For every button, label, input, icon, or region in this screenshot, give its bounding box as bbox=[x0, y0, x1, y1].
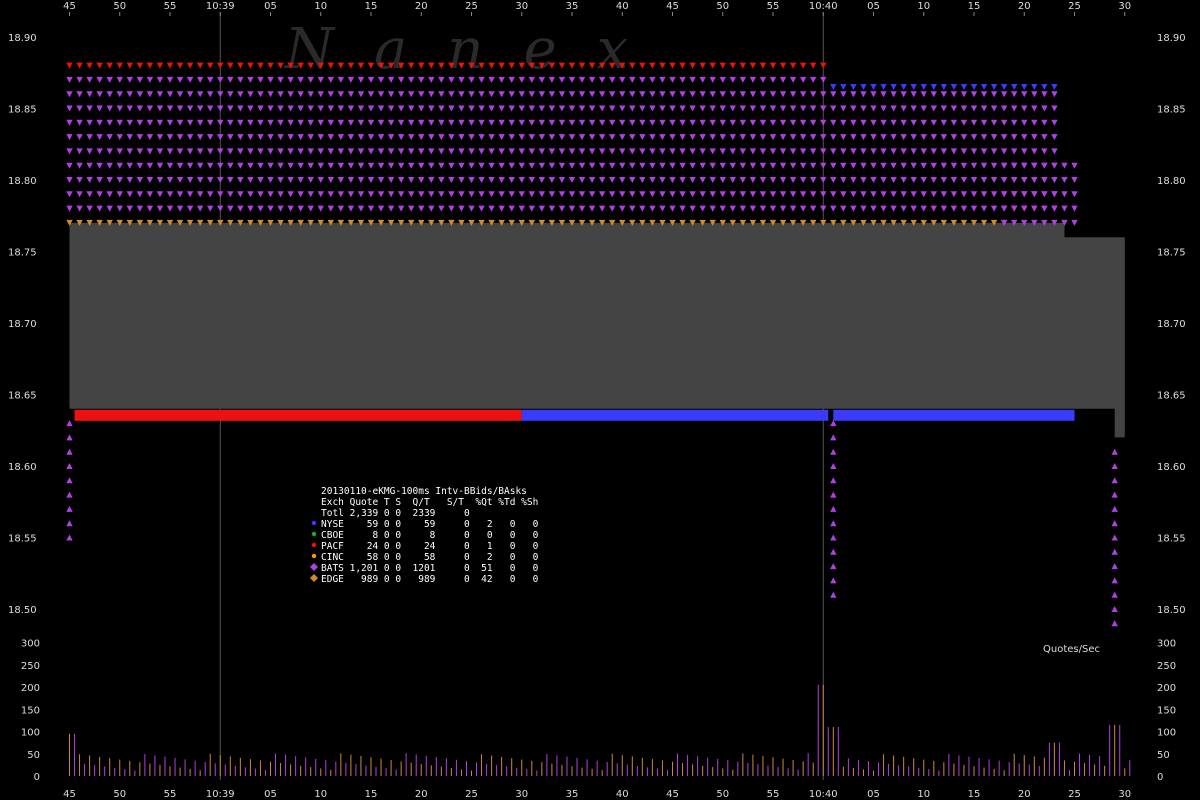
price-tick-label-right: 18.80 bbox=[1157, 176, 1186, 187]
rate-tick-label-left: 250 bbox=[21, 661, 40, 672]
legend-marker bbox=[311, 542, 317, 548]
time-tick-label-bottom: 50 bbox=[716, 789, 729, 800]
price-tick-label-left: 18.60 bbox=[8, 462, 37, 473]
time-tick-label-bottom: 35 bbox=[566, 789, 579, 800]
time-tick-label-top: 25 bbox=[1068, 1, 1081, 12]
time-tick-label-top: 10 bbox=[917, 1, 930, 12]
nbbo-spread-area bbox=[69, 222, 1125, 438]
legend-row: EDGE 989 0 0 989 0 42 0 0 bbox=[321, 574, 539, 585]
legend-row: NYSE 59 0 0 59 0 2 0 0 bbox=[321, 519, 539, 530]
time-tick-label-top: 50 bbox=[113, 1, 126, 12]
rate-tick-label-left: 0 bbox=[34, 772, 40, 783]
time-tick-label-bottom: 10 bbox=[314, 789, 327, 800]
time-tick-label-bottom: 25 bbox=[465, 789, 478, 800]
time-tick-label-top: 10 bbox=[314, 1, 327, 12]
time-tick-label-top: 30 bbox=[1118, 1, 1131, 12]
price-tick-label-right: 18.75 bbox=[1157, 248, 1186, 259]
time-tick-label-bottom: 05 bbox=[867, 789, 880, 800]
price-tick-label-left: 18.75 bbox=[8, 248, 37, 259]
best-bid-bar bbox=[74, 409, 1075, 421]
time-tick-label-bottom: 20 bbox=[415, 789, 428, 800]
time-tick-label-bottom: 15 bbox=[968, 789, 981, 800]
bid-bar-segment bbox=[833, 409, 1075, 421]
time-tick-label-top: 05 bbox=[264, 1, 277, 12]
time-tick-label-top: 10:40 bbox=[809, 1, 838, 12]
time-tick-label-bottom: 55 bbox=[164, 789, 177, 800]
rate-tick-label-right: 50 bbox=[1157, 750, 1170, 761]
time-tick-label-top: 40 bbox=[616, 1, 629, 12]
rate-tick-label-left: 100 bbox=[21, 728, 40, 739]
legend-row: BATS 1,201 0 0 1201 0 51 0 0 bbox=[321, 563, 539, 574]
time-tick-label-bottom: 10 bbox=[917, 789, 930, 800]
time-tick-label-bottom: 15 bbox=[365, 789, 378, 800]
rate-axis-label: Quotes/Sec bbox=[1043, 644, 1100, 655]
legend-marker bbox=[311, 531, 317, 537]
watermark-logo: Nanex bbox=[283, 17, 668, 82]
time-tick-label-top: 55 bbox=[164, 1, 177, 12]
legend-header: Exch Quote T S Q/T S/T %Qt %Td %Sh bbox=[321, 497, 538, 508]
time-tick-label-top: 45 bbox=[63, 1, 76, 12]
price-tick-label-right: 18.60 bbox=[1157, 462, 1186, 473]
rate-tick-label-left: 300 bbox=[21, 639, 40, 650]
bid-bar-segment bbox=[521, 409, 829, 421]
price-tick-label-right: 18.90 bbox=[1157, 33, 1186, 44]
price-tick-label-left: 18.85 bbox=[8, 105, 37, 116]
time-tick-label-bottom: 20 bbox=[1018, 789, 1031, 800]
time-tick-label-top: 10:39 bbox=[206, 1, 235, 12]
time-tick-label-top: 05 bbox=[867, 1, 880, 12]
time-tick-label-top: 35 bbox=[566, 1, 579, 12]
price-quote-chart: Nanex 45 45 50 50 55 55 10:39 10:39 05 05 10 10 15 15… bbox=[0, 0, 1200, 800]
rate-tick-label-right: 0 bbox=[1157, 772, 1163, 783]
rate-tick-label-left: 50 bbox=[27, 750, 40, 761]
legend-row: CBOE 8 0 0 8 0 0 0 0 bbox=[321, 530, 539, 541]
time-tick-label-bottom: 10:40 bbox=[809, 789, 838, 800]
rate-tick-label-right: 250 bbox=[1157, 661, 1176, 672]
time-tick-label-bottom: 30 bbox=[1118, 789, 1131, 800]
time-tick-label-bottom: 25 bbox=[1068, 789, 1081, 800]
rate-tick-label-right: 300 bbox=[1157, 639, 1176, 650]
rate-tick-label-right: 200 bbox=[1157, 683, 1176, 694]
price-tick-label-left: 18.50 bbox=[8, 605, 37, 616]
time-tick-label-bottom: 30 bbox=[515, 789, 528, 800]
legend-row: CINC 58 0 0 58 0 2 0 0 bbox=[321, 552, 539, 563]
rate-tick-label-left: 200 bbox=[21, 683, 40, 694]
time-tick-label-top: 55 bbox=[767, 1, 780, 12]
price-tick-label-right: 18.85 bbox=[1157, 105, 1186, 116]
time-tick-label-top: 20 bbox=[415, 1, 428, 12]
price-tick-label-left: 18.55 bbox=[8, 534, 37, 545]
legend-marker bbox=[311, 520, 317, 526]
price-tick-label-left: 18.70 bbox=[8, 319, 37, 330]
price-tick-label-right: 18.50 bbox=[1157, 605, 1186, 616]
time-tick-label-top: 30 bbox=[515, 1, 528, 12]
rate-tick-label-right: 100 bbox=[1157, 728, 1176, 739]
chart-title: 20130110-eKMG-100ms Intv-BBids/BAsks bbox=[321, 486, 527, 497]
legend-row: PACF 24 0 0 24 0 1 0 0 bbox=[321, 541, 539, 552]
time-tick-label-bottom: 55 bbox=[767, 789, 780, 800]
rate-tick-label-left: 150 bbox=[21, 705, 40, 716]
time-tick-label-bottom: 45 bbox=[666, 789, 679, 800]
price-tick-label-right: 18.65 bbox=[1157, 391, 1186, 402]
time-tick-label-top: 20 bbox=[1018, 1, 1031, 12]
time-tick-label-top: 15 bbox=[365, 1, 378, 12]
price-tick-label-right: 18.70 bbox=[1157, 319, 1186, 330]
legend: 20130110-eKMG-100ms Intv-BBids/BAsks Exc… bbox=[310, 486, 539, 585]
time-tick-label-bottom: 40 bbox=[616, 789, 629, 800]
time-tick-label-bottom: 50 bbox=[113, 789, 126, 800]
price-tick-label-right: 18.55 bbox=[1157, 534, 1186, 545]
time-tick-label-top: 15 bbox=[968, 1, 981, 12]
time-tick-label-bottom: 05 bbox=[264, 789, 277, 800]
bid-bar-segment bbox=[74, 409, 522, 421]
time-tick-label-bottom: 10:39 bbox=[206, 789, 235, 800]
time-tick-label-top: 50 bbox=[716, 1, 729, 12]
rate-tick-label-right: 150 bbox=[1157, 705, 1176, 716]
price-tick-label-left: 18.80 bbox=[8, 176, 37, 187]
time-tick-label-top: 45 bbox=[666, 1, 679, 12]
time-tick-label-top: 25 bbox=[465, 1, 478, 12]
price-tick-label-left: 18.90 bbox=[8, 33, 37, 44]
legend-total-row: Totl 2,339 0 0 2339 0 bbox=[321, 508, 470, 519]
time-tick-label-bottom: 45 bbox=[63, 789, 76, 800]
spread-polygon bbox=[69, 222, 1125, 438]
price-tick-label-left: 18.65 bbox=[8, 391, 37, 402]
legend-marker bbox=[311, 553, 317, 559]
